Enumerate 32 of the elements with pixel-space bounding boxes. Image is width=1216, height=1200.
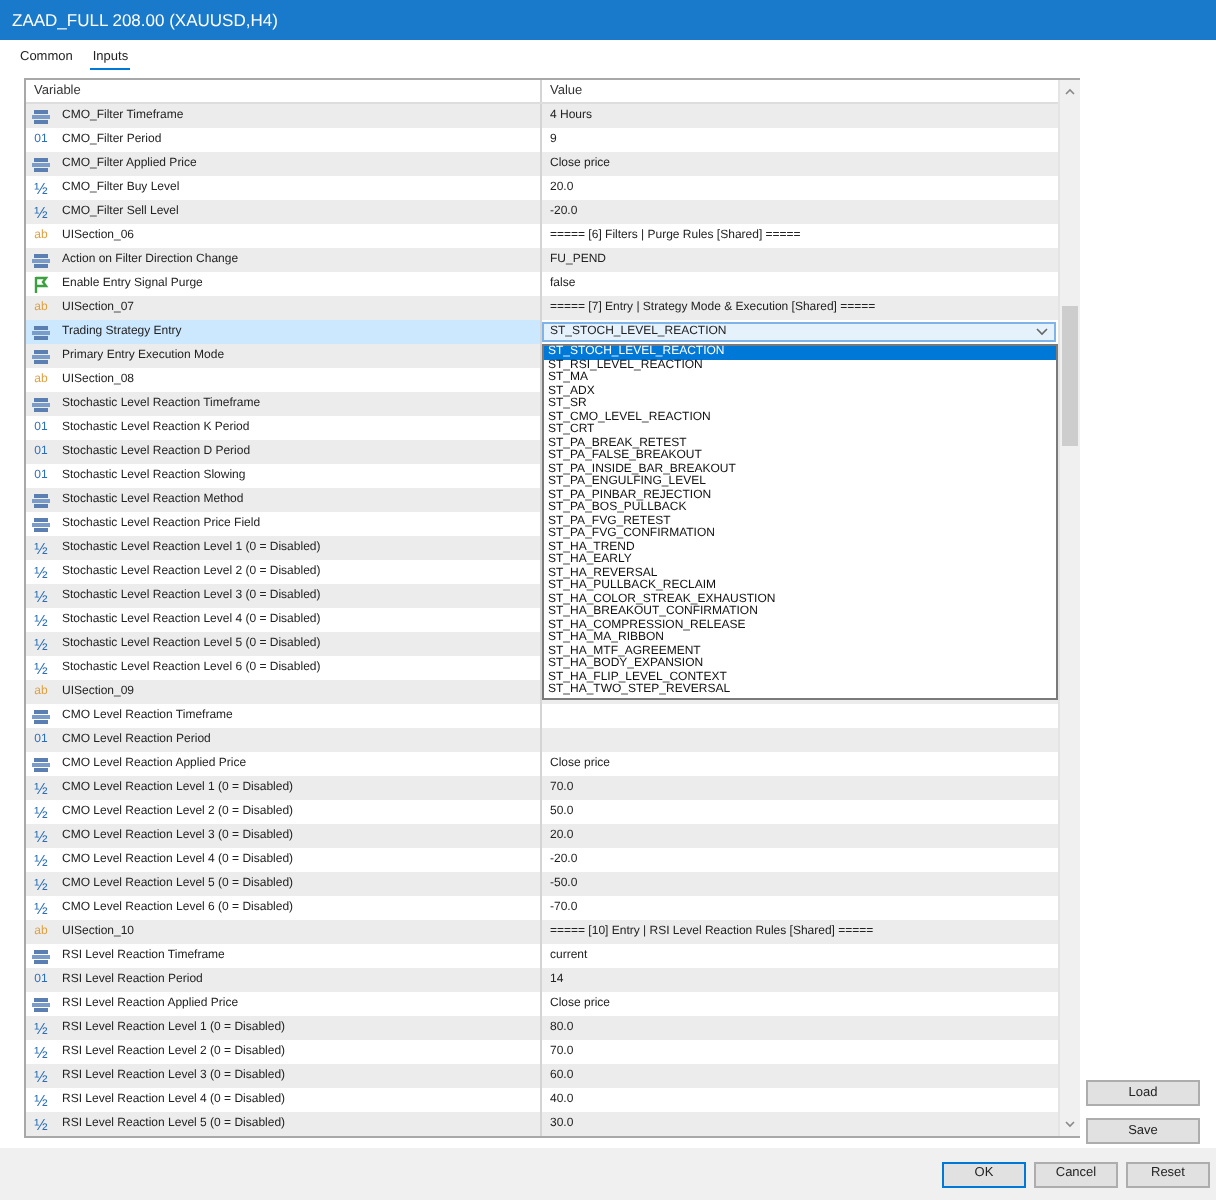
type-icon: ½ xyxy=(32,1091,50,1109)
type-icon: ½ xyxy=(32,1067,50,1085)
type-icon: ½ xyxy=(32,635,50,653)
type-icon: ½ xyxy=(32,659,50,677)
type-icon: ½ xyxy=(32,803,50,821)
type-icon: ½ xyxy=(32,1043,50,1061)
type-icon: ½ xyxy=(32,1115,50,1133)
list-icon xyxy=(32,707,50,725)
list-icon xyxy=(32,107,50,125)
chevron-down-icon[interactable] xyxy=(1036,328,1048,336)
list-icon xyxy=(32,251,50,269)
list-icon xyxy=(32,947,50,965)
scrollbar[interactable] xyxy=(1058,80,1080,1136)
list-icon xyxy=(32,395,50,413)
type-icon: ½ xyxy=(32,563,50,581)
type-icon: ½ xyxy=(32,203,50,221)
list-icon xyxy=(32,995,50,1013)
type-icon: ½ xyxy=(32,779,50,797)
type-icon: ½ xyxy=(32,611,50,629)
list-icon xyxy=(32,755,50,773)
type-icon: ½ xyxy=(32,851,50,869)
type-icon: ½ xyxy=(32,899,50,917)
window-title: ZAAD_FULL 208.00 (XAUUSD,H4) xyxy=(0,0,1216,40)
type-icon: ½ xyxy=(32,179,50,197)
flag-icon xyxy=(32,275,50,293)
type-icon: ½ xyxy=(32,875,50,893)
scrollbar-thumb[interactable] xyxy=(1062,306,1078,446)
type-icon: ½ xyxy=(32,1019,50,1037)
type-icon: ½ xyxy=(32,587,50,605)
list-icon xyxy=(32,155,50,173)
type-icon: ½ xyxy=(32,539,50,557)
type-icon: ½ xyxy=(32,827,50,845)
